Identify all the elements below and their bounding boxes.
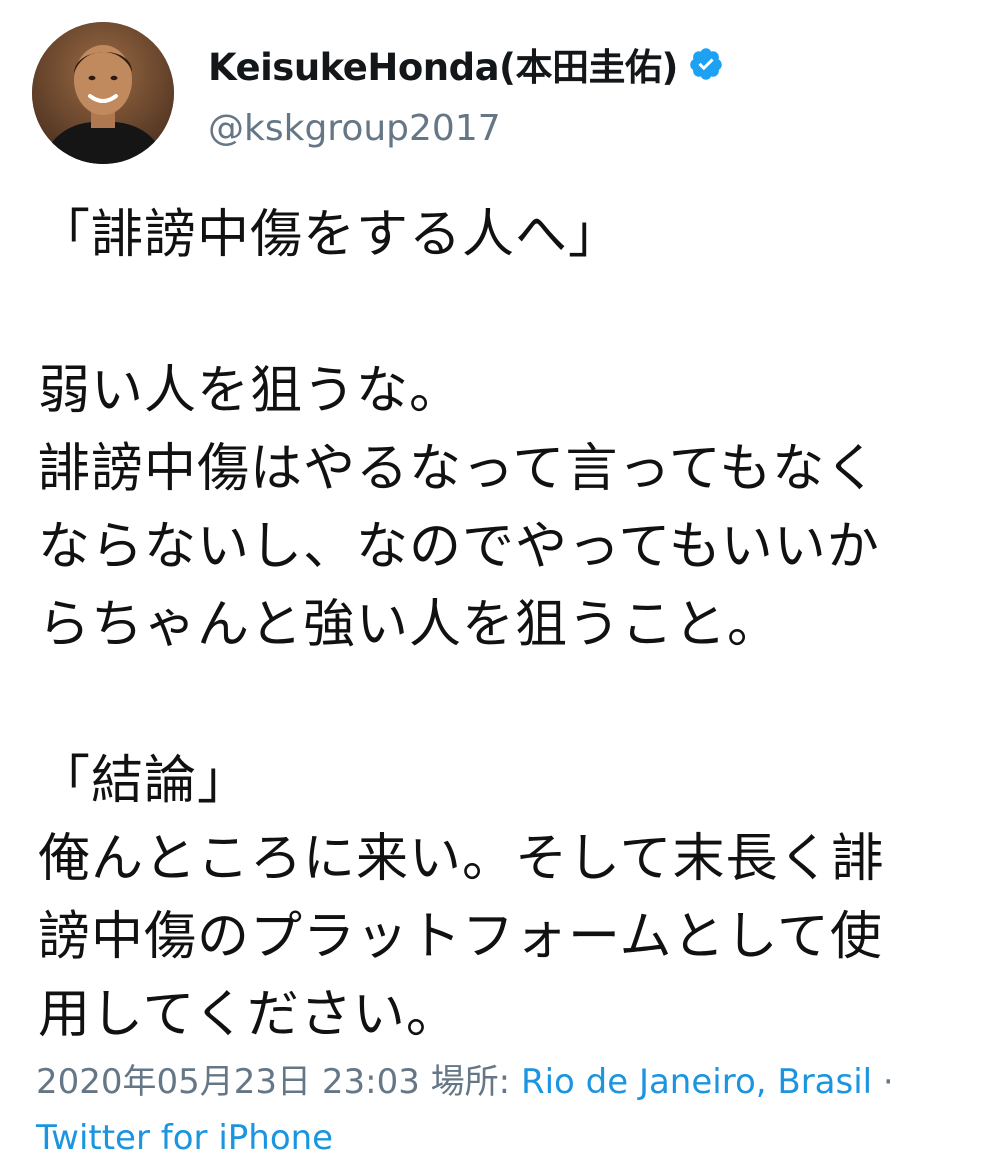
tweet-card: KeisukeHonda(本田圭佑) @kskgroup2017 「誹謗中傷をす… <box>0 0 1004 1174</box>
display-name[interactable]: KeisukeHonda(本田圭佑) <box>208 37 678 91</box>
tweet-line: 「誹謗中傷をする人へ」 <box>38 205 622 265</box>
tweet-meta: 2020年05月23日 23:03 場所: Rio de Janeiro, Br… <box>36 1054 996 1166</box>
tweet-line: らちゃんと強い人を狙うこと。 <box>38 595 781 655</box>
meta-line-1: 2020年05月23日 23:03 場所: Rio de Janeiro, Br… <box>36 1054 996 1110</box>
display-name-row[interactable]: KeisukeHonda(本田圭佑) <box>208 38 724 90</box>
tweet-line: 弱い人を狙うな。 <box>38 361 463 421</box>
avatar-photo <box>32 22 174 164</box>
author-handle[interactable]: @kskgroup2017 <box>208 108 724 149</box>
tweet-header: KeisukeHonda(本田圭佑) @kskgroup2017 <box>32 22 972 168</box>
source-link[interactable]: Twitter for iPhone <box>36 1118 333 1158</box>
meta-line-2: Twitter for iPhone <box>36 1110 996 1166</box>
location-link[interactable]: Rio de Janeiro, Brasil <box>521 1062 872 1102</box>
tweet-line: 用してください。 <box>38 985 459 1045</box>
location-label: 場所: <box>430 1062 511 1102</box>
tweet-line: 謗中傷のプラットフォームとして使 <box>38 907 883 967</box>
meta-separator: · <box>882 1062 894 1102</box>
author-names: KeisukeHonda(本田圭佑) @kskgroup2017 <box>208 38 724 149</box>
tweet-line: 「結論」 <box>38 751 251 811</box>
tweet-line: ならないし、なのでやってもいいか <box>38 517 880 577</box>
tweet-line: 誹謗中傷はやるなって言ってもなく <box>38 439 879 499</box>
tweet-text: 「誹謗中傷をする人へ」 弱い人を狙うな。 誹謗中傷はやるなって言ってもなく なら… <box>38 196 988 1054</box>
verified-badge-icon <box>688 46 724 82</box>
avatar[interactable] <box>32 22 174 164</box>
tweet-timestamp[interactable]: 2020年05月23日 23:03 <box>36 1062 420 1102</box>
tweet-line: 俺んところに来い。そして末長く誹 <box>38 829 885 889</box>
